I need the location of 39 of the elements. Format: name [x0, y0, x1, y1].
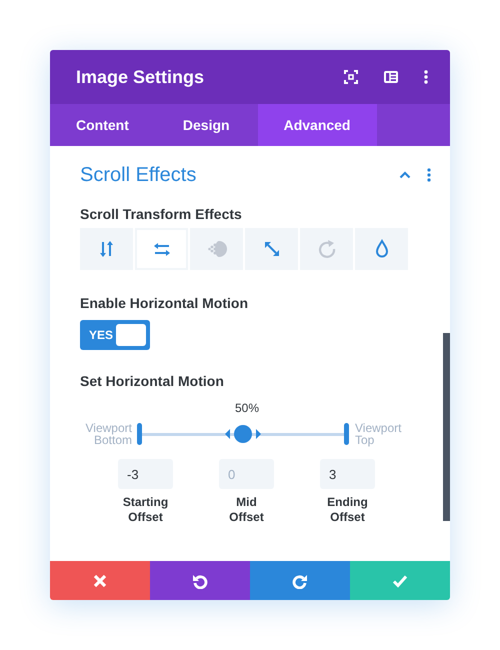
offset-field[interactable]: 0 [219, 459, 274, 489]
effect-tab[interactable] [355, 228, 408, 270]
chevron-icon[interactable] [399, 171, 411, 179]
cancel-button[interactable] [50, 561, 150, 600]
check-icon [392, 572, 408, 588]
close-icon [92, 572, 108, 588]
field-label: Scroll Transform Effects [80, 206, 243, 222]
tab[interactable]: Content [50, 104, 155, 146]
toggle-switch[interactable]: YES [80, 320, 150, 350]
offset-label: Starting Offset [122, 495, 170, 525]
more-icon[interactable] [427, 168, 431, 182]
effect-tab[interactable] [135, 228, 188, 270]
more-icon[interactable] [424, 70, 428, 84]
fade-icon [206, 238, 228, 260]
offset-label: Ending Offset [326, 495, 369, 525]
offset-label: Mid Offset [228, 495, 265, 525]
tab[interactable]: Advanced [258, 104, 376, 146]
window-title: Image Settings [76, 66, 206, 88]
slider-start-label: Viewport Bottom [84, 422, 132, 446]
effect-tab[interactable] [245, 228, 298, 270]
scrollbar[interactable] [443, 333, 450, 521]
redo-button[interactable] [250, 561, 350, 600]
focus-icon[interactable] [344, 70, 358, 84]
slider-handle[interactable] [137, 422, 142, 444]
undo-button[interactable] [150, 561, 250, 600]
slider-thumb[interactable] [224, 424, 262, 444]
effect-tab[interactable] [80, 228, 133, 270]
field-label: Enable Horizontal Motion [80, 295, 249, 311]
slider-value: 50% [234, 401, 260, 415]
sidebar-icon[interactable] [384, 71, 398, 83]
undo-icon [192, 572, 208, 588]
offset-field[interactable]: 3 [320, 459, 375, 489]
section-title: Scroll Effects [80, 164, 198, 186]
slider-handle[interactable] [344, 422, 349, 444]
slider-end-label: Viewport Top [355, 422, 402, 446]
offset-field[interactable]: -3 [118, 459, 173, 489]
field-label: Set Horizontal Motion [80, 373, 225, 389]
tab[interactable]: Design [154, 104, 258, 146]
redo-icon [292, 572, 308, 588]
